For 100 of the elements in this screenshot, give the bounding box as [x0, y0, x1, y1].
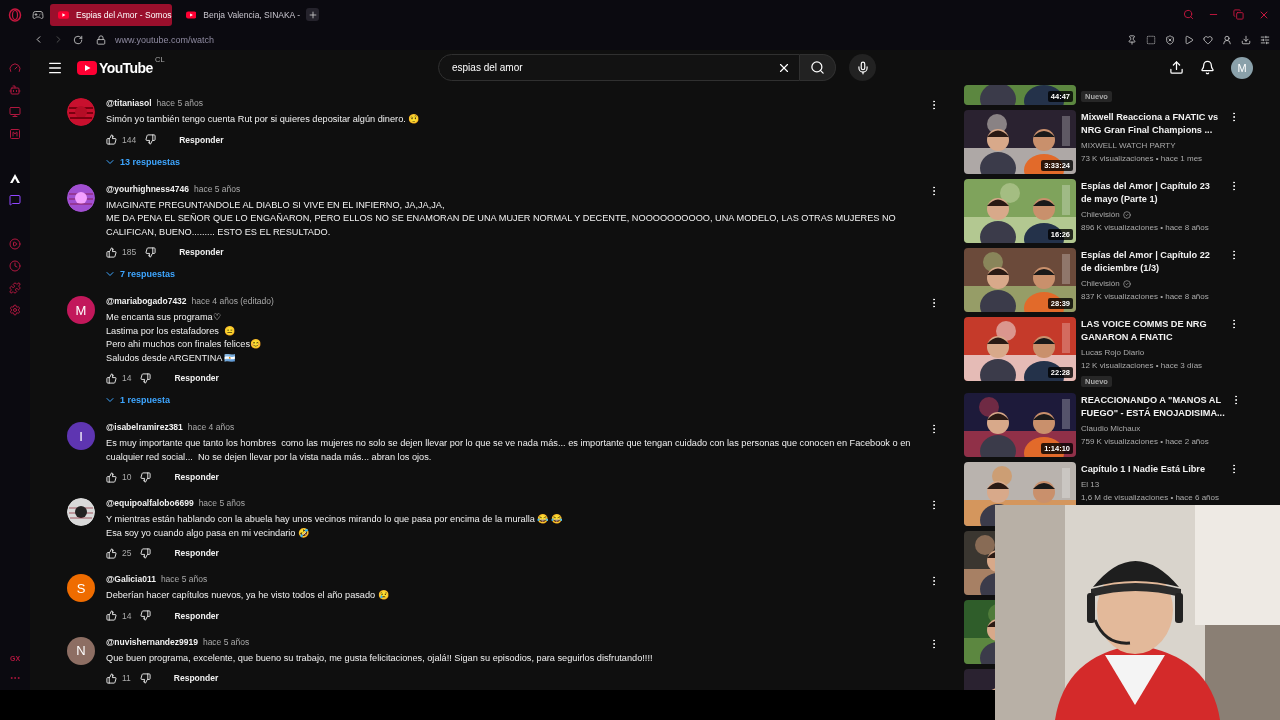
- like-count: 14: [122, 610, 132, 621]
- reply-button[interactable]: Responder: [173, 673, 219, 683]
- like-icon[interactable]: [106, 134, 117, 145]
- reply-button[interactable]: Responder: [174, 610, 219, 621]
- comment-time[interactable]: hace 4 años (editado): [191, 296, 274, 306]
- comment-text: IMAGINATE PREGUNTANDOLE AL DIABLO SI VIVE EN EL INFIERNO, JA,JA,JA, ME DA PENA EL SEÑOR QUE LO ENGAÑARON, PERO ELLOS NO SE ENAMORAN DE UNA MUJER NORMAL Y DECENTE, NOOOOOOOOOO, UNA MODELO, LAS OTRAS MUJERES NO CALIFICAN, BUENO......... ESTO ES EL RESULTADO.: [106, 198, 897, 239]
- comment-author[interactable]: @isabelramirez381: [106, 422, 183, 432]
- reply-button[interactable]: Responder: [174, 548, 219, 558]
- dislike-icon[interactable]: [140, 547, 152, 559]
- like-icon[interactable]: [106, 547, 117, 559]
- channel-name[interactable]: Chilevisión: [1081, 210, 1120, 219]
- dislike-icon[interactable]: [140, 372, 152, 384]
- like-count: 185: [122, 247, 137, 257]
- video-title[interactable]: LAS VOICE COMMS DE NRG GANARON A FNATIC: [1081, 318, 1223, 344]
- browser-tab[interactable]: Espias del Amor - Somos: [50, 3, 172, 26]
- like-icon[interactable]: [106, 471, 117, 483]
- reply-button[interactable]: Responder: [179, 134, 224, 145]
- replies-button[interactable]: 1 respuesta: [104, 393, 171, 407]
- dislike-icon[interactable]: [139, 672, 151, 684]
- like-count: 144: [122, 134, 137, 145]
- mic-icon: [855, 60, 870, 75]
- reply-button[interactable]: Responder: [174, 373, 219, 383]
- gamepad-icon[interactable]: [32, 8, 44, 21]
- channel-name[interactable]: Claudio Michaux: [1081, 424, 1141, 433]
- dislike-icon[interactable]: [140, 610, 152, 621]
- heart-icon[interactable]: [1203, 34, 1213, 45]
- comment-time[interactable]: hace 5 años: [193, 183, 241, 194]
- new-tab-icon[interactable]: [306, 8, 319, 21]
- address-field[interactable]: www.youtube.com/watch: [115, 34, 215, 45]
- monitor-icon[interactable]: [9, 106, 21, 118]
- browser-tab[interactable]: Benja Valencia, SINAKA -: [178, 3, 300, 26]
- play-logo-icon: [58, 10, 69, 19]
- video-meta: 896 K visualizaciones • hace 8 años: [1081, 223, 1210, 232]
- video-title[interactable]: Mixwell Reacciona a FNATIC vs NRG Gran Final Champions ...: [1081, 111, 1223, 137]
- dislike-icon[interactable]: [145, 246, 157, 258]
- like-count: 10: [122, 472, 132, 482]
- comment-author[interactable]: @yourhighness4746: [106, 183, 189, 194]
- channel-name[interactable]: El 13: [1081, 480, 1100, 489]
- channel-name[interactable]: Lucas Rojo Diario: [1081, 348, 1145, 357]
- reply-button[interactable]: Responder: [174, 472, 219, 482]
- comment-author[interactable]: @equipoalfalobo6699: [106, 498, 194, 508]
- reply-button[interactable]: Responder: [179, 247, 224, 257]
- replies-button[interactable]: 7 respuestas: [104, 267, 176, 281]
- chat-icon[interactable]: [9, 194, 21, 206]
- search-icon: [810, 60, 825, 75]
- video-title[interactable]: Espías del Amor | Capítulo 23 de mayo (Parte 1): [1081, 180, 1223, 206]
- mic-button[interactable]: [849, 54, 876, 81]
- like-icon[interactable]: [106, 372, 117, 384]
- comment-author[interactable]: @Galicia011: [106, 574, 156, 584]
- search-field[interactable]: espias del amor: [450, 55, 777, 80]
- like-icon[interactable]: [106, 246, 117, 258]
- comment-time[interactable]: hace 5 años: [156, 98, 203, 108]
- upload-icon[interactable]: [1169, 60, 1184, 75]
- bell-icon[interactable]: [1200, 60, 1215, 75]
- replies-button[interactable]: 13 respuestas: [104, 154, 181, 169]
- download-icon[interactable]: [1241, 34, 1251, 45]
- ring-logo-icon[interactable]: [8, 7, 22, 22]
- bot-icon[interactable]: [9, 84, 21, 96]
- avatar: N: [67, 636, 95, 665]
- youtube-logo[interactable]: YouTube: [99, 59, 153, 76]
- avatar: M: [67, 296, 95, 324]
- comment-author[interactable]: @mariabogado7432: [106, 296, 187, 306]
- video-meta: 1,6 M de visualizaciones • hace 6 años: [1081, 493, 1220, 502]
- profile-icon[interactable]: [1222, 34, 1232, 45]
- video-meta: 12 K visualizaciones • hace 3 días: [1081, 361, 1204, 370]
- avatar: S: [67, 574, 95, 602]
- comment-text: Deberían hacer capítulos nuevos, ya he visto todos el año pasado 😢: [106, 589, 390, 602]
- video-meta: 73 K visualizaciones • hace 1 mes: [1081, 154, 1204, 163]
- snapshot-icon[interactable]: [1146, 34, 1156, 45]
- video-meta: 759 K visualizaciones • hace 2 años: [1081, 437, 1210, 446]
- like-icon[interactable]: [106, 672, 117, 684]
- pin-icon[interactable]: [1127, 34, 1137, 45]
- comment-time[interactable]: hace 4 años: [187, 422, 235, 432]
- dislike-icon[interactable]: [140, 471, 152, 483]
- search-button[interactable]: [800, 54, 836, 81]
- channel-name[interactable]: MIXWELL WATCH PARTY: [1081, 141, 1176, 150]
- settings-icon[interactable]: [1260, 34, 1270, 45]
- video-meta: 837 K visualizaciones • hace 8 años: [1081, 292, 1210, 301]
- peak-icon[interactable]: [9, 172, 21, 184]
- channel-name[interactable]: Chilevisión: [1081, 279, 1120, 288]
- search-bar[interactable]: espias del amor: [438, 54, 800, 81]
- like-count: 11: [122, 673, 131, 683]
- comment-text: Y mientras están hablando con la abuela hay unos vecinos mirando lo que pasa por encima de la muralla 😂 😂 Esa soy yo cuando algo pasa en mi vecindario 🤣: [106, 513, 563, 540]
- like-count: 14: [122, 373, 132, 383]
- comment-author[interactable]: @titaniasol: [106, 98, 152, 108]
- comment-time[interactable]: hace 5 años: [198, 498, 245, 508]
- video-title[interactable]: REACCIONANDO A "MANOS AL FUEGO" - ESTÁ ENOJADISIMA...: [1081, 394, 1225, 420]
- letter-square-icon[interactable]: [9, 128, 21, 140]
- comment-time[interactable]: hace 5 años: [202, 636, 250, 647]
- comment-time[interactable]: hace 5 años: [160, 574, 208, 584]
- shield-icon[interactable]: [1165, 34, 1175, 45]
- dislike-icon[interactable]: [145, 134, 157, 145]
- like-icon[interactable]: [106, 610, 117, 621]
- video-title[interactable]: Espías del Amor | Capítulo 22 de diciembre (1/3): [1081, 249, 1223, 275]
- play-icon[interactable]: [1184, 34, 1194, 45]
- video-title[interactable]: Capítulo 1 I Nadie Está Libre: [1081, 463, 1223, 476]
- reload-icon[interactable]: [73, 34, 83, 45]
- search-icon[interactable]: [1183, 8, 1194, 21]
- comment-author[interactable]: @nuvishernandez9919: [106, 636, 198, 647]
- gauge-icon[interactable]: [9, 62, 21, 74]
